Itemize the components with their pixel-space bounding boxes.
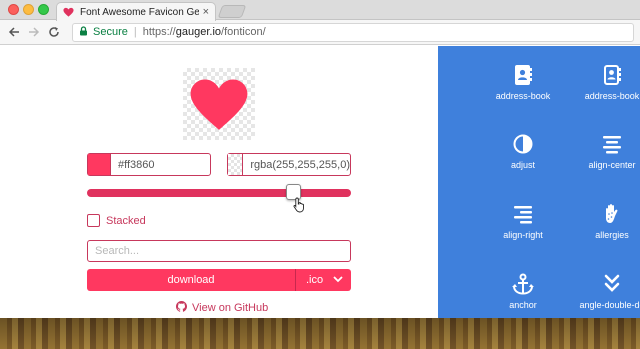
download-group: download .ico: [87, 269, 351, 291]
chevron-down-icon: [333, 274, 343, 286]
icon-tile-angle-double-down[interactable]: angle-double-do: [572, 273, 640, 310]
format-value: .ico: [306, 274, 324, 286]
icon-label: align-right: [503, 230, 543, 240]
icon-search-input[interactable]: [87, 240, 351, 262]
url-separator: |: [133, 26, 137, 38]
icon-tile-address-book-outline[interactable]: address-book: [572, 64, 640, 101]
foreground-color-value: #ff3860: [118, 158, 155, 171]
stacked-checkbox[interactable]: [87, 214, 100, 227]
download-button[interactable]: download: [87, 269, 296, 291]
back-arrow-icon[interactable]: [6, 24, 22, 40]
address-toolbar: Secure | https:// gauger.io /fonticon/: [0, 20, 640, 45]
address-book-outline-icon: [601, 64, 623, 86]
url-protocol: https://: [142, 26, 176, 38]
icon-label: adjust: [510, 160, 536, 170]
background-swatch[interactable]: [228, 154, 244, 175]
background-color-field[interactable]: rgba(255,255,255,0): [227, 153, 351, 176]
favicon-preview: [183, 68, 255, 140]
size-slider[interactable]: [87, 184, 351, 200]
icon-label: anchor: [509, 300, 537, 310]
stacked-option[interactable]: Stacked: [87, 214, 146, 227]
icon-label: align-center: [588, 160, 636, 170]
foreground-swatch[interactable]: [88, 154, 111, 175]
icon-tile-address-book[interactable]: address-book: [483, 64, 563, 101]
minimize-window-button[interactable]: [23, 4, 34, 15]
icon-grid-panel: address-book address-book adjust align-c…: [438, 46, 640, 318]
title-bar: Font Awesome Favicon Genera ×: [0, 0, 640, 21]
close-window-button[interactable]: [8, 4, 19, 15]
adjust-icon: [512, 133, 534, 155]
background-color-value: rgba(255,255,255,0): [250, 158, 350, 171]
tab-close-icon[interactable]: ×: [203, 6, 209, 18]
icon-tile-allergies[interactable]: allergies: [572, 203, 640, 240]
heart-icon: [63, 7, 74, 18]
allergies-icon: [601, 203, 623, 225]
desktop-background: [0, 316, 640, 349]
icon-label: allergies: [595, 230, 629, 240]
generator-panel: #ff3860 rgba(255,255,255,0) Stacked down…: [0, 46, 438, 318]
icon-label: address-book: [584, 91, 640, 101]
heart-preview-icon: [190, 79, 248, 130]
browser-tab[interactable]: Font Awesome Favicon Genera ×: [56, 2, 216, 21]
browser-window: Font Awesome Favicon Genera × Secure | h…: [0, 0, 640, 318]
url-path: /fonticon/: [221, 26, 266, 38]
address-book-icon: [512, 64, 534, 86]
icon-label: address-book: [495, 91, 551, 101]
secure-label: Secure: [93, 26, 128, 38]
foreground-color-field[interactable]: #ff3860: [87, 153, 211, 176]
url-host: gauger.io: [175, 26, 222, 38]
address-bar[interactable]: Secure | https:// gauger.io /fonticon/: [72, 22, 634, 42]
github-label: View on GitHub: [192, 302, 269, 314]
github-link[interactable]: View on GitHub: [176, 299, 268, 317]
icon-tile-anchor[interactable]: anchor: [483, 273, 563, 310]
github-icon: [176, 299, 187, 317]
align-right-icon: [512, 203, 534, 225]
icon-tile-align-right[interactable]: align-right: [483, 203, 563, 240]
icon-label: angle-double-do: [579, 300, 640, 310]
forward-arrow-icon[interactable]: [26, 24, 42, 40]
reload-icon[interactable]: [46, 24, 62, 40]
angle-double-down-icon: [601, 273, 623, 295]
format-select[interactable]: .ico: [296, 269, 351, 291]
new-tab-button[interactable]: [217, 5, 247, 18]
icon-tile-adjust[interactable]: adjust: [483, 133, 563, 170]
anchor-icon: [512, 273, 534, 295]
hand-cursor-icon: [293, 197, 304, 213]
maximize-window-button[interactable]: [38, 4, 49, 15]
stacked-label: Stacked: [106, 214, 146, 227]
tab-title: Font Awesome Favicon Genera: [80, 6, 199, 18]
icon-tile-align-center[interactable]: align-center: [572, 133, 640, 170]
lock-icon: [79, 25, 88, 39]
align-center-icon: [601, 133, 623, 155]
